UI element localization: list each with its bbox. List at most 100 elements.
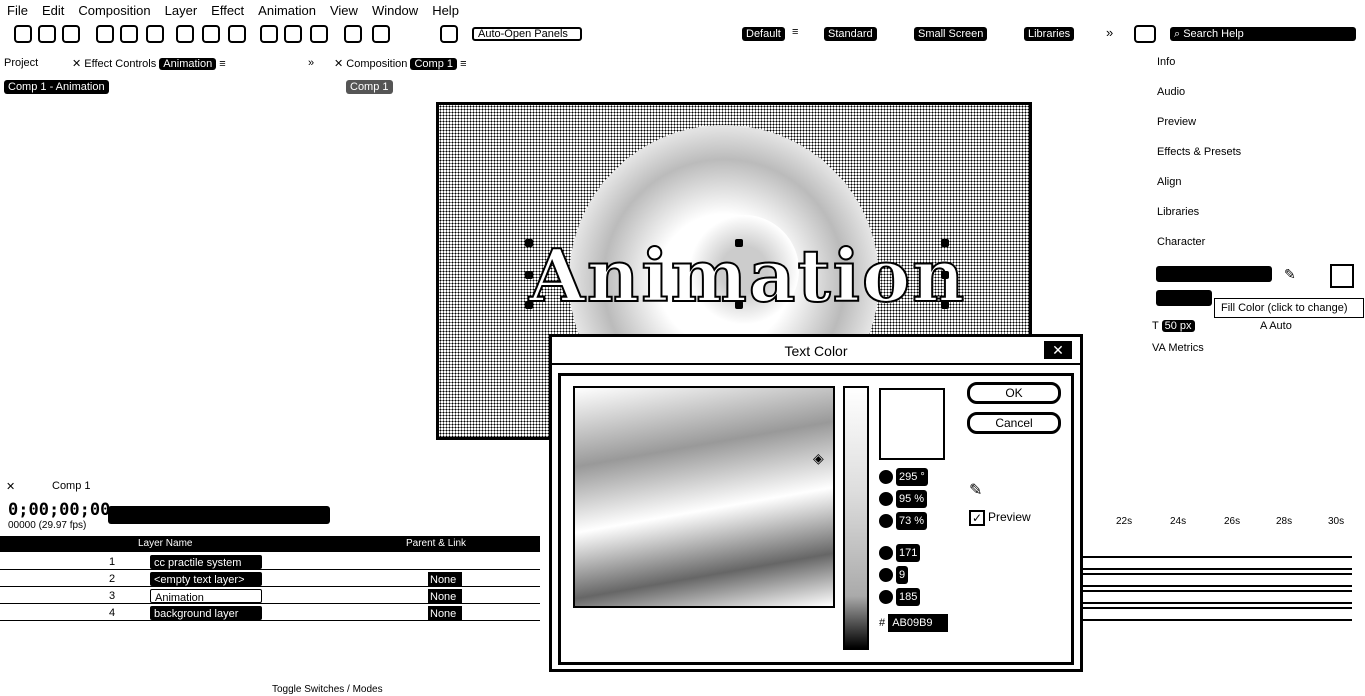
font-style-dropdown[interactable] (1156, 290, 1212, 306)
hue-field[interactable]: 295 ° (879, 468, 928, 486)
more-panels-icon[interactable]: » (308, 57, 314, 73)
transform-handle[interactable] (941, 271, 949, 279)
font-size-row[interactable]: T 50 px (1152, 320, 1195, 332)
eraser-tool-icon[interactable] (310, 25, 328, 43)
hex-input[interactable]: AB09B9 (888, 614, 949, 632)
menu-animation[interactable]: Animation (251, 3, 323, 18)
panel-align[interactable]: Align (1157, 176, 1357, 206)
roto-brush-tool-icon[interactable] (344, 25, 362, 43)
workspace-standard[interactable]: Standard (824, 27, 877, 41)
effect-controls-tab[interactable]: ✕ Effect Controls Animation ≡ (72, 57, 226, 73)
animation-text-layer[interactable]: Animation (528, 232, 966, 319)
layer-row[interactable]: 3 Animation None (0, 588, 540, 604)
layer-name[interactable]: Animation (150, 589, 262, 603)
panel-info[interactable]: Info (1157, 56, 1357, 86)
font-size-value[interactable]: 50 px (1161, 320, 1195, 332)
snapping-icon[interactable] (440, 25, 458, 43)
hue-radio[interactable] (879, 470, 893, 485)
more-workspaces-icon[interactable]: » (1106, 25, 1113, 40)
font-family-dropdown[interactable] (1156, 266, 1272, 282)
workspace-small-screen[interactable]: Small Screen (914, 27, 988, 41)
saturation-value[interactable]: 95 % (896, 490, 928, 508)
eyedropper-icon[interactable]: ✎ (969, 480, 982, 500)
transform-handle[interactable] (941, 301, 949, 309)
color-field[interactable]: ◈ (573, 386, 835, 608)
composition-tab[interactable]: ✕ Composition Comp 1 ≡ (334, 57, 467, 73)
panel-character[interactable]: Character (1157, 236, 1357, 266)
panel-effects-presets[interactable]: Effects & Presets (1157, 146, 1357, 176)
layer-track-bar[interactable] (1082, 590, 1352, 604)
mask-tool-icon[interactable] (176, 25, 194, 43)
project-tab[interactable]: Project (4, 57, 38, 73)
hex-field[interactable]: # AB09B9 (879, 614, 949, 632)
parent-dropdown[interactable]: None (428, 589, 462, 603)
comp-tab[interactable]: Comp 1 (346, 80, 393, 94)
menu-help[interactable]: Help (425, 3, 466, 18)
red-field[interactable]: 171 (879, 544, 921, 562)
brightness-radio[interactable] (879, 514, 893, 529)
hand-tool-icon[interactable] (38, 25, 56, 43)
menu-file[interactable]: File (0, 3, 35, 18)
close-icon[interactable]: ✕ (1044, 341, 1072, 359)
transform-handle[interactable] (525, 271, 533, 279)
close-icon[interactable]: ✕ (72, 58, 84, 70)
red-value[interactable]: 171 (896, 544, 921, 562)
pan-behind-tool-icon[interactable] (146, 25, 164, 43)
panel-audio[interactable]: Audio (1157, 86, 1357, 116)
clone-stamp-tool-icon[interactable] (284, 25, 302, 43)
menu-layer[interactable]: Layer (158, 3, 205, 18)
saturation-field[interactable]: 95 % (879, 490, 928, 508)
green-radio[interactable] (879, 568, 893, 583)
panel-menu-icon[interactable]: ≡ (460, 58, 466, 70)
layer-name[interactable]: cc practile system (150, 555, 262, 569)
fill-color-swatch[interactable] (1330, 264, 1354, 288)
close-icon[interactable]: ✕ (6, 480, 15, 493)
blue-field[interactable]: 185 (879, 588, 921, 606)
blue-value[interactable]: 185 (896, 588, 921, 606)
layer-track-bar[interactable] (1082, 607, 1352, 621)
layer-track-bar[interactable] (1082, 573, 1352, 587)
menu-edit[interactable]: Edit (35, 3, 71, 18)
green-value[interactable]: 9 (896, 566, 909, 584)
search-help-field[interactable]: ⌕ Search Help (1170, 27, 1356, 41)
layer-row[interactable]: 1 cc practile system (0, 554, 540, 570)
camera-tool-icon[interactable] (120, 25, 138, 43)
red-radio[interactable] (879, 546, 893, 561)
leading-value[interactable]: Auto (1269, 320, 1292, 332)
preview-checkbox-row[interactable]: ✓ Preview (969, 510, 1031, 526)
green-field[interactable]: 9 (879, 566, 909, 584)
hue-slider[interactable] (843, 386, 869, 650)
panel-menu-icon[interactable]: ≡ (219, 58, 225, 70)
timeline-comp-tab[interactable]: Comp 1 (52, 480, 91, 492)
type-tool-icon[interactable] (228, 25, 246, 43)
menu-view[interactable]: View (323, 3, 365, 18)
transform-handle[interactable] (941, 239, 949, 247)
panel-preview[interactable]: Preview (1157, 116, 1357, 146)
hue-value[interactable]: 295 ° (896, 468, 928, 486)
puppet-pin-tool-icon[interactable] (372, 25, 390, 43)
timeline-search-input[interactable] (108, 506, 330, 524)
cancel-button[interactable]: Cancel (967, 412, 1061, 434)
layer-name[interactable]: background layer (150, 606, 262, 620)
current-timecode[interactable]: 0;00;00;00 (8, 500, 110, 520)
leading-row[interactable]: A Auto (1260, 320, 1292, 332)
time-ruler[interactable]: 22s 24s 26s 28s 30s (1080, 516, 1365, 530)
sync-settings-icon[interactable] (1134, 25, 1156, 43)
color-picker-cursor-icon[interactable]: ◈ (813, 450, 824, 467)
menu-composition[interactable]: Composition (71, 3, 157, 18)
menu-icon[interactable]: ≡ (792, 26, 798, 38)
layer-track-bar[interactable] (1082, 556, 1352, 570)
preview-checkbox[interactable]: ✓ (969, 510, 985, 526)
eyedropper-icon[interactable]: ✎ (1284, 266, 1296, 283)
saturation-radio[interactable] (879, 492, 893, 507)
layer-name-column[interactable]: Layer Name (138, 536, 192, 552)
transform-handle[interactable] (735, 239, 743, 247)
selection-tool-icon[interactable] (14, 25, 32, 43)
rotate-tool-icon[interactable] (96, 25, 114, 43)
transform-handle[interactable] (525, 239, 533, 247)
kerning-row[interactable]: VA Metrics (1152, 342, 1204, 354)
brightness-field[interactable]: 73 % (879, 512, 928, 530)
ok-button[interactable]: OK (967, 382, 1061, 404)
menu-effect[interactable]: Effect (204, 3, 251, 18)
parent-dropdown[interactable]: None (428, 572, 462, 586)
